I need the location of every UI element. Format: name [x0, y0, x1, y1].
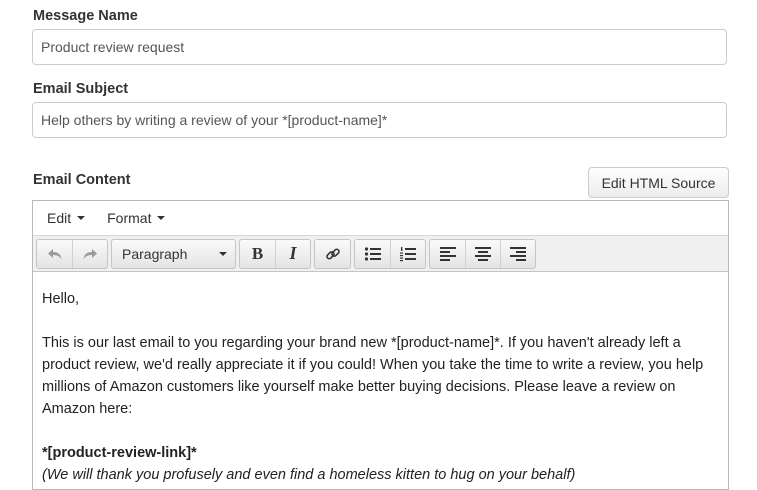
- content-review-link-tag: *[product-review-link]*: [42, 445, 197, 461]
- menu-format-label: Format: [107, 210, 152, 226]
- italic-button[interactable]: I: [275, 239, 310, 268]
- content-body: This is our last email to you regarding …: [42, 335, 704, 417]
- link-group: [314, 238, 351, 269]
- menu-edit[interactable]: Edit: [39, 210, 93, 226]
- editor-content-area[interactable]: Hello, This is our last email to you reg…: [33, 272, 728, 486]
- message-name-label: Message Name: [33, 8, 138, 24]
- content-greeting: Hello,: [42, 291, 80, 307]
- bullet-list-icon: [364, 246, 381, 261]
- message-name-input[interactable]: [32, 29, 727, 65]
- align-left-icon: [439, 246, 456, 261]
- content-note: (We will thank you profusely and even fi…: [42, 467, 576, 483]
- numbered-list-icon: [400, 246, 416, 261]
- email-content-label: Email Content: [33, 172, 131, 188]
- align-right-icon: [510, 246, 526, 261]
- chevron-down-icon: [219, 251, 227, 256]
- bullet-list-button[interactable]: [355, 240, 390, 268]
- chevron-down-icon: [77, 216, 86, 220]
- link-button[interactable]: [315, 240, 350, 268]
- editor-toolbar: Paragraph B I: [33, 236, 728, 272]
- redo-button[interactable]: [72, 239, 107, 268]
- edit-html-source-button[interactable]: Edit HTML Source: [588, 167, 729, 198]
- align-center-icon: [475, 246, 491, 261]
- email-subject-label: Email Subject: [33, 81, 129, 97]
- block-format-select[interactable]: Paragraph: [112, 240, 235, 268]
- alignment-group: [429, 238, 536, 269]
- bold-button[interactable]: B: [240, 240, 275, 268]
- rich-text-editor: Edit Format Paragraph B I Hello, This is…: [32, 200, 729, 490]
- list-group: [354, 238, 426, 269]
- menu-edit-label: Edit: [47, 210, 72, 226]
- undo-button[interactable]: [37, 240, 72, 268]
- chevron-down-icon: [157, 216, 166, 220]
- undo-icon: [47, 248, 61, 259]
- redo-icon: [83, 248, 97, 259]
- block-format-value: Paragraph: [122, 245, 188, 262]
- italic-icon: I: [289, 243, 297, 263]
- menu-format[interactable]: Format: [99, 210, 173, 226]
- align-center-button[interactable]: [465, 239, 500, 268]
- block-format-group: Paragraph: [111, 238, 236, 269]
- bold-icon: B: [251, 243, 264, 263]
- link-icon: [325, 247, 340, 260]
- email-subject-input[interactable]: [32, 102, 727, 138]
- history-group: [36, 238, 108, 269]
- text-style-group: B I: [239, 238, 311, 269]
- editor-menubar: Edit Format: [33, 201, 728, 236]
- numbered-list-button[interactable]: [390, 239, 425, 268]
- align-right-button[interactable]: [500, 239, 535, 268]
- align-left-button[interactable]: [430, 240, 465, 268]
